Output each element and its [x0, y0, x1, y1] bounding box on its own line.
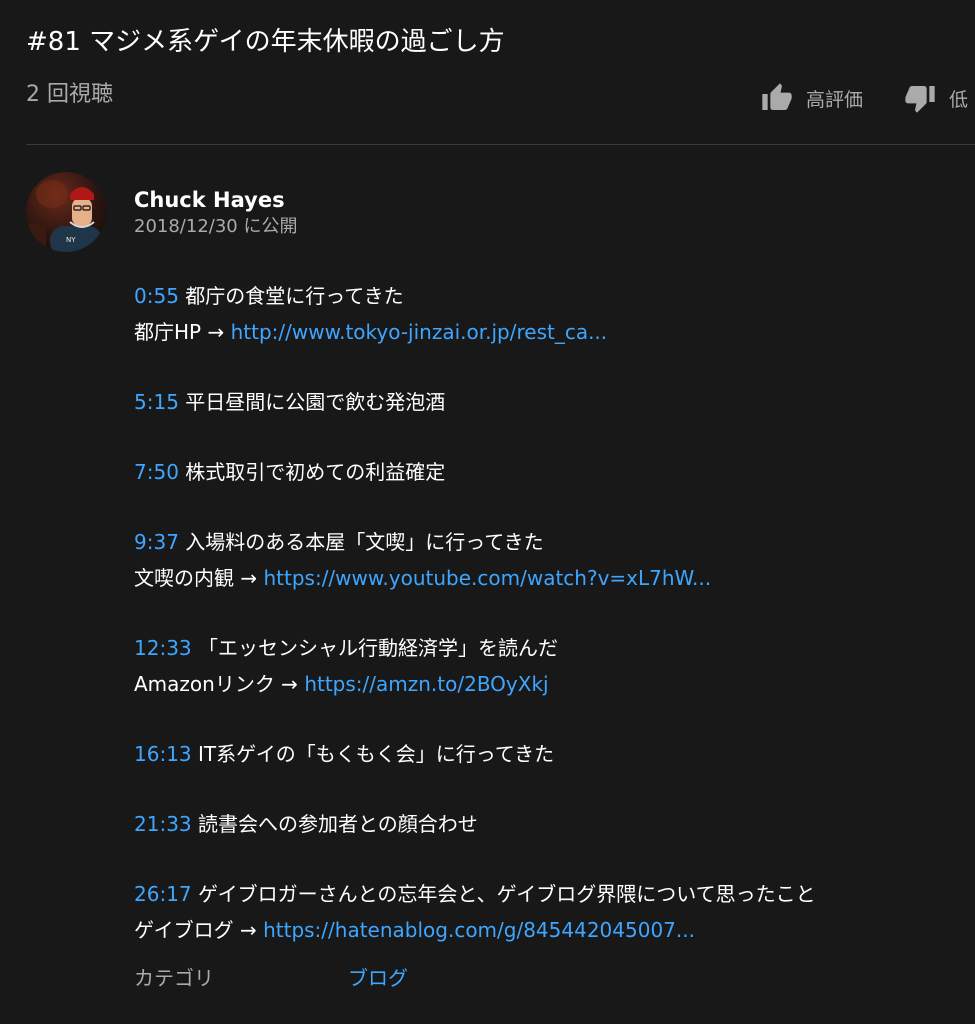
thumb-up-icon	[760, 82, 794, 114]
description-block: 26:17 ゲイブロガーさんとの忘年会と、ゲイブログ界隈について思ったこと ゲイブ…	[134, 876, 964, 948]
description-line: 7:50 株式取引で初めての利益確定	[134, 454, 964, 490]
svg-text:NY: NY	[66, 236, 76, 244]
description-text: 平日昼間に公園で飲む発泡酒	[178, 390, 446, 414]
video-title: #81 マジメ系ゲイの年末休暇の過ごし方	[26, 27, 505, 57]
description-line: 12:33 「エッセンシャル行動経済学」を読んだ	[134, 630, 964, 666]
description-text: 都庁HP →	[134, 320, 231, 344]
category-label: カテゴリ	[134, 966, 214, 990]
timestamp-link[interactable]: 0:55	[134, 284, 179, 308]
description-line: 26:17 ゲイブロガーさんとの忘年会と、ゲイブログ界隈について思ったこと	[134, 876, 964, 912]
category-link[interactable]: ブログ	[348, 962, 408, 994]
description-block: 21:33 読書会への参加者との顔合わせ	[134, 806, 964, 842]
timestamp-link[interactable]: 21:33	[134, 812, 192, 836]
description-block: 12:33 「エッセンシャル行動経済学」を読んだ Amazonリンク → http…	[134, 630, 964, 702]
video-details-page: #81 マジメ系ゲイの年末休暇の過ごし方 2 回視聴 高評価 低 NY Chuc…	[0, 0, 975, 1024]
channel-name[interactable]: Chuck Hayes	[134, 186, 285, 214]
dislike-label: 低	[949, 88, 969, 111]
like-button[interactable]: 高評価	[760, 82, 863, 114]
description-text: 都庁の食堂に行ってきた	[178, 284, 404, 308]
description-url-link[interactable]: https://amzn.to/2BOyXkj	[304, 672, 548, 696]
description-block: 0:55 都庁の食堂に行ってきた 都庁HP → http://www.tokyo-…	[134, 278, 964, 350]
thumb-down-icon	[903, 82, 937, 114]
description-text: 株式取引で初めての利益確定	[178, 460, 446, 484]
timestamp-link[interactable]: 9:37	[134, 530, 179, 554]
dislike-button[interactable]: 低	[903, 82, 968, 114]
timestamp-link[interactable]: 12:33	[134, 636, 192, 660]
description-block: 7:50 株式取引で初めての利益確定	[134, 454, 964, 490]
description-line: 文喫の内観 → https://www.youtube.com/watch?v=…	[134, 560, 964, 596]
view-count: 2 回視聴	[26, 82, 113, 107]
description-block: 16:13 IT系ゲイの「もくもく会」に行ってきた	[134, 736, 964, 772]
description-text: 読書会への参加者との顔合わせ	[191, 812, 478, 836]
description-text: 入場料のある本屋「文喫」に行ってきた	[178, 530, 544, 554]
description-line: 9:37 入場料のある本屋「文喫」に行ってきた	[134, 524, 964, 560]
timestamp-link[interactable]: 16:13	[134, 742, 192, 766]
description-text: 「エッセンシャル行動経済学」を読んだ	[191, 636, 558, 660]
channel-avatar[interactable]: NY	[26, 172, 106, 252]
description-line: 16:13 IT系ゲイの「もくもく会」に行ってきた	[134, 736, 964, 772]
description-text: 文喫の内観 →	[134, 566, 264, 590]
description-line: 5:15 平日昼間に公園で飲む発泡酒	[134, 384, 964, 420]
description-block: 9:37 入場料のある本屋「文喫」に行ってきた 文喫の内観 → https://w…	[134, 524, 964, 596]
description-text: ゲイブログ →	[134, 918, 264, 942]
rating-actions: 高評価 低	[760, 82, 968, 114]
description-line: ゲイブログ → https://hatenablog.com/g/8454420…	[134, 912, 964, 948]
description-line: 都庁HP → http://www.tokyo-jinzai.or.jp/res…	[134, 314, 964, 350]
description-text: Amazonリンク →	[134, 672, 305, 696]
description-url-link[interactable]: https://www.youtube.com/watch?v=xL7hW...	[263, 566, 711, 590]
like-label: 高評価	[806, 88, 864, 111]
divider	[26, 144, 975, 145]
video-description: 0:55 都庁の食堂に行ってきた 都庁HP → http://www.tokyo-…	[134, 278, 964, 982]
description-url-link[interactable]: http://www.tokyo-jinzai.or.jp/rest_ca...	[231, 320, 608, 344]
publish-date: 2018/12/30 に公開	[134, 216, 298, 237]
description-text: IT系ゲイの「もくもく会」に行ってきた	[191, 742, 555, 766]
description-text: ゲイブロガーさんとの忘年会と、ゲイブログ界隈について思ったこと	[191, 882, 816, 906]
timestamp-link[interactable]: 7:50	[134, 460, 179, 484]
description-line: 21:33 読書会への参加者との顔合わせ	[134, 806, 964, 842]
description-block: 5:15 平日昼間に公園で飲む発泡酒	[134, 384, 964, 420]
timestamp-link[interactable]: 26:17	[134, 882, 192, 906]
description-url-link[interactable]: https://hatenablog.com/g/845442045007...	[263, 918, 695, 942]
timestamp-link[interactable]: 5:15	[134, 390, 179, 414]
description-line: 0:55 都庁の食堂に行ってきた	[134, 278, 964, 314]
description-line: Amazonリンク → https://amzn.to/2BOyXkj	[134, 666, 964, 702]
